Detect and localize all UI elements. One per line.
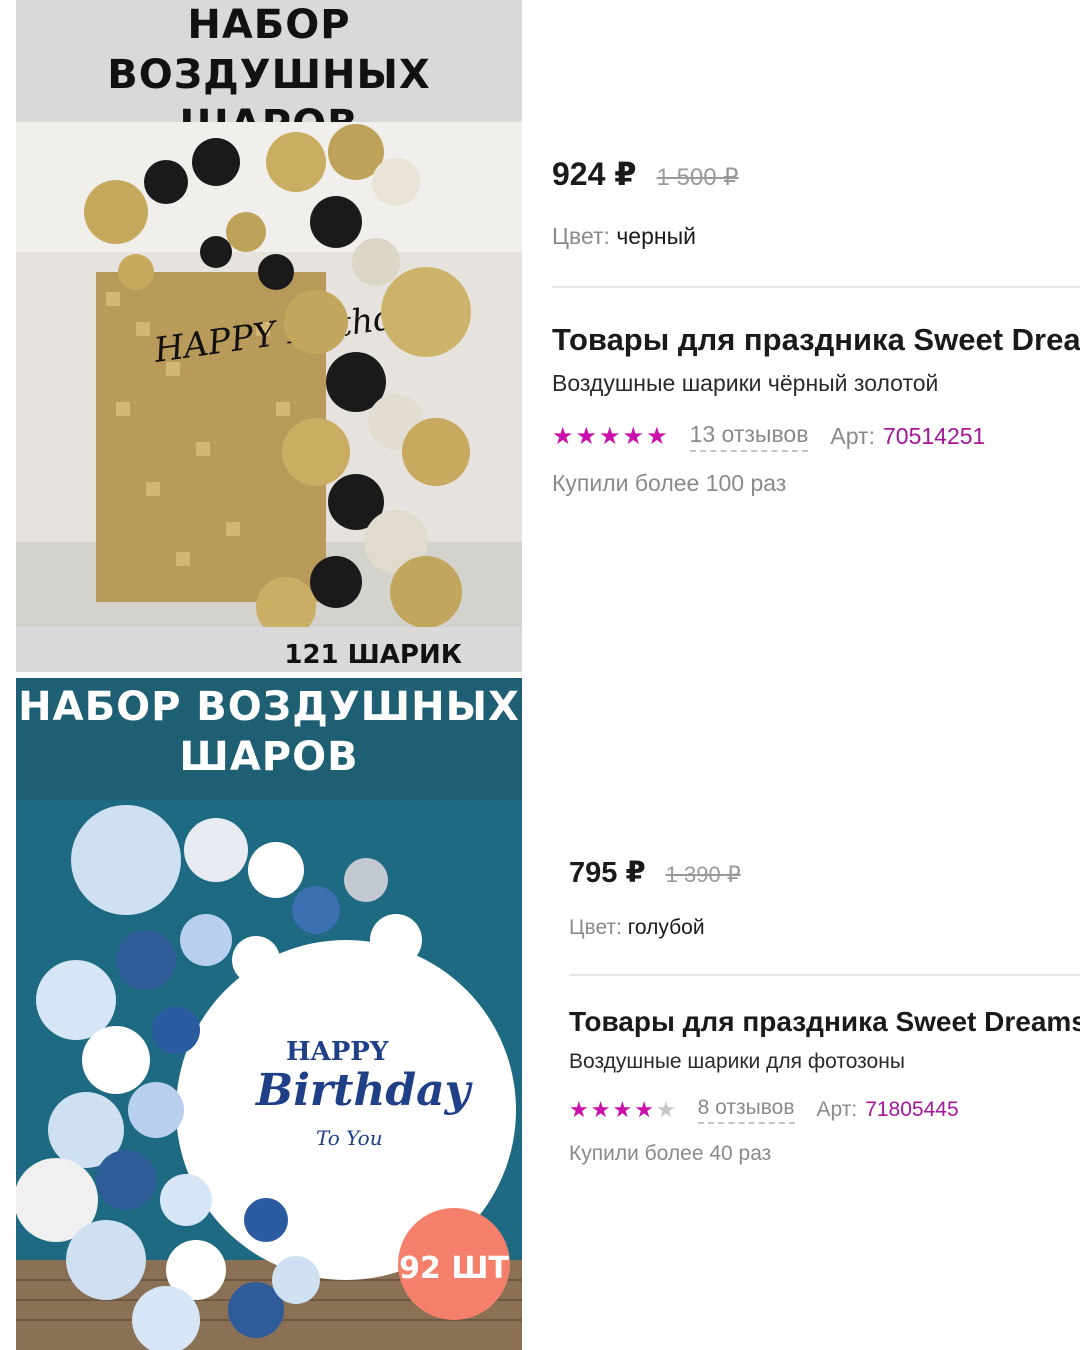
to-you-text: To You — [316, 1126, 383, 1150]
article-number[interactable]: 71805445 — [865, 1098, 958, 1122]
balloon-count-badge: 92 ШТ — [399, 1251, 509, 1286]
old-price: 1 390 ₽ — [665, 862, 741, 887]
star-icon: ★ — [646, 422, 668, 450]
product-image-1[interactable]: НАБОР ВОЗДУШНЫХ ШАРОВ HAPPY Birthday 121… — [16, 0, 522, 672]
product-name: Воздушные шарики чёрный золотой — [552, 370, 939, 396]
divider — [552, 286, 1080, 288]
color-label: Цвет: — [552, 223, 610, 249]
purchase-count: Купили более 100 раз — [552, 470, 787, 496]
article-number[interactable]: 70514251 — [883, 423, 985, 450]
product-brand-link[interactable]: Товары для праздника Sweet Dreams — [569, 1006, 1080, 1038]
balloon-count-badge: 121 ШАРИК — [284, 640, 462, 670]
product-brand-link[interactable]: Товары для праздника Sweet Dreams — [552, 322, 1080, 358]
color-value: черный — [616, 223, 696, 249]
star-icon: ★ — [569, 1097, 589, 1122]
image-title: НАБОР ВОЗДУШНЫХ ШАРОВ — [18, 684, 520, 780]
star-rating: ★ ★ ★ ★ ★ — [552, 422, 668, 450]
happy-text: HAPPY — [286, 1037, 389, 1067]
star-icon: ★ — [612, 1097, 633, 1122]
divider — [569, 974, 1080, 976]
color-row: Цвет: черный — [552, 223, 1080, 250]
star-icon: ★ — [590, 1097, 611, 1122]
current-price: 924 ₽ — [552, 156, 637, 192]
product-info-1: 924 ₽ 1 500 ₽ Цвет: черный Товары для пр… — [552, 155, 1080, 497]
product-image-2[interactable]: НАБОР ВОЗДУШНЫХ ШАРОВ HAPPY Birthday To … — [16, 678, 522, 1350]
birthday-text: Birthday — [254, 1065, 474, 1116]
color-label: Цвет: — [569, 916, 622, 939]
star-empty-icon: ★ — [655, 1097, 676, 1122]
star-icon: ★ — [552, 422, 574, 450]
star-icon: ★ — [575, 422, 598, 450]
rating-row: ★ ★ ★ ★ ★ 13 отзывов Арт: 70514251 — [552, 421, 1080, 452]
article-label: Арт: — [830, 423, 875, 449]
product-info-2: 795 ₽ 1 390 ₽ Цвет: голубой Товары для п… — [569, 855, 1080, 1166]
rating-row: ★ ★ ★ ★ ★ 8 отзывов Арт: 71805445 — [569, 1096, 1080, 1124]
color-value: голубой — [627, 916, 705, 939]
reviews-link[interactable]: 8 отзывов — [697, 1096, 795, 1124]
star-icon: ★ — [622, 422, 645, 450]
price-row: 795 ₽ 1 390 ₽ — [569, 855, 1080, 890]
product-name: Воздушные шарики для фотозоны — [569, 1050, 905, 1073]
balloon-photo-black-gold: HAPPY Birthday — [16, 122, 522, 627]
happy-birthday-sign: HAPPY Birthday — [151, 292, 438, 371]
star-icon: ★ — [599, 422, 621, 450]
reviews-link[interactable]: 13 отзывов — [689, 421, 809, 452]
purchase-count: Купили более 40 раз — [569, 1142, 772, 1165]
star-icon: ★ — [634, 1097, 654, 1122]
balloon-photo-blue-white: HAPPY Birthday To You 92 ШТ — [16, 800, 522, 1350]
article-label: Арт: — [816, 1098, 858, 1121]
color-row: Цвет: голубой — [569, 916, 1080, 940]
image-title: НАБОР ВОЗДУШНЫХ ШАРОВ — [107, 2, 431, 148]
star-rating: ★ ★ ★ ★ ★ — [569, 1099, 676, 1121]
price-row: 924 ₽ 1 500 ₽ — [552, 155, 1080, 193]
old-price: 1 500 ₽ — [656, 164, 739, 191]
current-price: 795 ₽ — [569, 857, 646, 889]
